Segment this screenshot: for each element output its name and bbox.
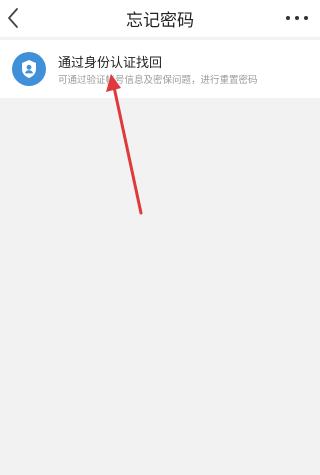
more-dot — [295, 16, 299, 20]
option-title: 通过身份认证找回 — [58, 56, 163, 71]
more-horizontal-icon — [286, 16, 290, 20]
option-description: 可通过验证帐号信息及密保问题，进行重置密码 — [58, 75, 258, 86]
more-dot — [304, 16, 308, 20]
more-button[interactable] — [286, 12, 308, 24]
shield-user-icon — [12, 52, 46, 86]
page-title: 忘记密码 — [126, 11, 194, 31]
